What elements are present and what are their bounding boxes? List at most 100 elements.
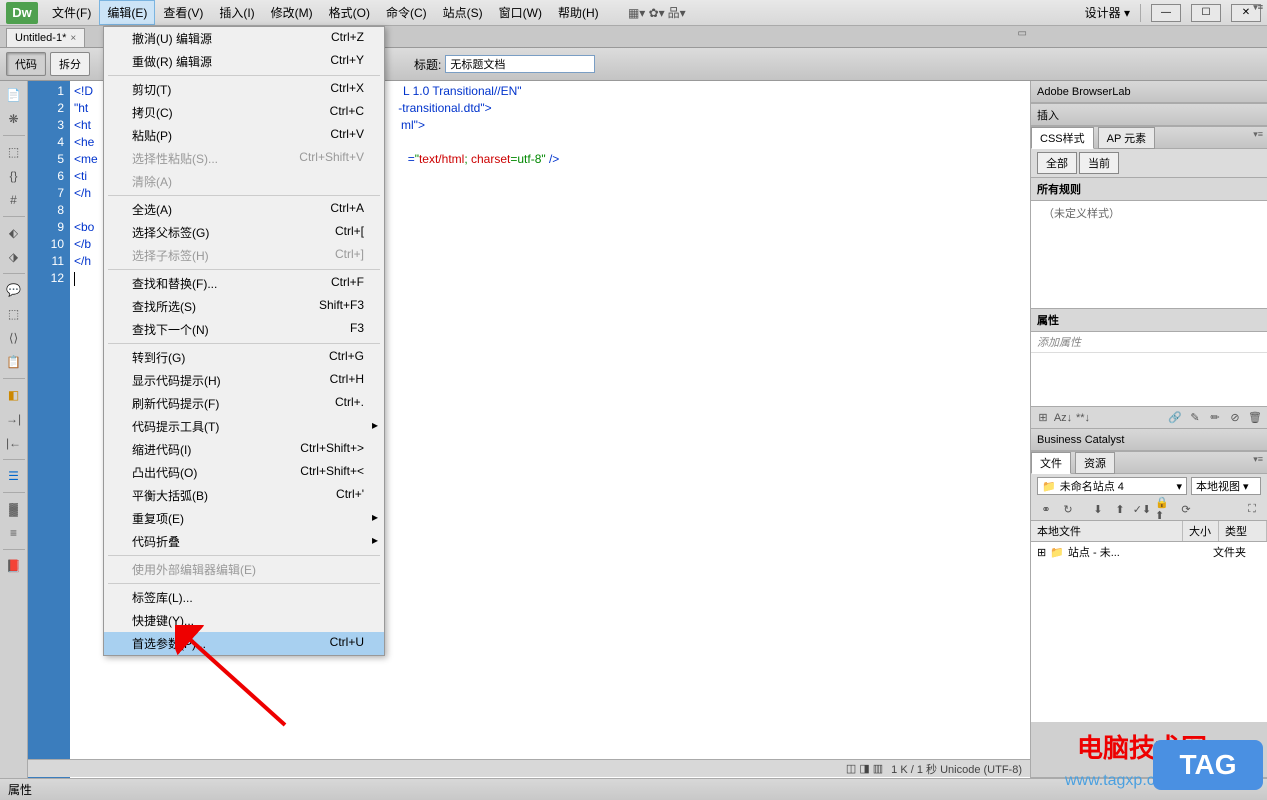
code-view-button[interactable]: 代码 — [6, 52, 46, 76]
collapse-icon[interactable]: ❋ — [4, 109, 24, 129]
menu-item[interactable]: 粘贴(P)Ctrl+V — [104, 124, 384, 147]
menu-item[interactable]: 查找和替换(F)...Ctrl+F — [104, 272, 384, 295]
menu-commands[interactable]: 命令(C) — [378, 0, 435, 25]
attach-stylesheet-icon[interactable]: 🔗 — [1167, 410, 1183, 426]
show-category-icon[interactable]: ⊞ — [1035, 410, 1051, 426]
menu-item[interactable]: 查找下一个(N)F3 — [104, 318, 384, 341]
site-dropdown[interactable]: 📁未命名站点 4▾ — [1037, 477, 1187, 495]
reference-icon[interactable]: 📕 — [4, 556, 24, 576]
menu-modify[interactable]: 修改(M) — [263, 0, 321, 25]
expand-toggle-icon[interactable]: ⊞ — [1037, 546, 1046, 559]
menu-item[interactable]: 撤消(U) 编辑源Ctrl+Z — [104, 27, 384, 50]
disable-rule-icon[interactable]: ⊘ — [1227, 410, 1243, 426]
outdent-icon[interactable]: |← — [4, 433, 24, 453]
menu-item[interactable]: 选择父标签(G)Ctrl+[ — [104, 221, 384, 244]
sync-icon[interactable]: ⟳ — [1177, 500, 1195, 518]
menu-item[interactable]: 查找所选(S)Shift+F3 — [104, 295, 384, 318]
menu-item[interactable]: 代码提示工具(T)▸ — [104, 415, 384, 438]
menu-insert[interactable]: 插入(I) — [211, 0, 262, 25]
edit-rule-icon[interactable]: ✏ — [1207, 410, 1223, 426]
menu-item[interactable]: 重做(R) 编辑源Ctrl+Y — [104, 50, 384, 73]
get-icon[interactable]: ⬇ — [1089, 500, 1107, 518]
extend-icon[interactable]: ✿▾ — [647, 3, 667, 23]
checkin-icon[interactable]: 🔒⬆ — [1155, 500, 1173, 518]
dimensions-icon[interactable]: ◫ ◨ ▥ — [846, 762, 883, 775]
menu-item[interactable]: 标签库(L)... — [104, 586, 384, 609]
menu-item[interactable]: 拷贝(C)Ctrl+C — [104, 101, 384, 124]
balance-braces-icon[interactable]: {} — [4, 166, 24, 186]
indent-icon[interactable]: →| — [4, 409, 24, 429]
view-dropdown[interactable]: 本地视图 ▾ — [1191, 477, 1261, 495]
apply-comment-icon[interactable]: 💬 — [4, 280, 24, 300]
css-all-button[interactable]: 全部 — [1037, 152, 1077, 174]
designer-dropdown[interactable]: 设计器 ▾ — [1085, 4, 1130, 21]
menu-item[interactable]: 剪切(T)Ctrl+X — [104, 78, 384, 101]
remove-comment-icon[interactable]: ⬚ — [4, 304, 24, 324]
menu-window[interactable]: 窗口(W) — [491, 0, 550, 25]
panel-menu-icon[interactable]: ▾≡ — [1253, 454, 1263, 465]
menu-item[interactable]: 全选(A)Ctrl+A — [104, 198, 384, 221]
page-title-input[interactable] — [445, 55, 595, 73]
col-localfile[interactable]: 本地文件 — [1031, 521, 1183, 541]
close-tab-icon[interactable]: × — [70, 33, 76, 44]
collapse-selection-icon[interactable]: ▓ — [4, 499, 24, 519]
menu-site[interactable]: 站点(S) — [435, 0, 491, 25]
menu-help[interactable]: 帮助(H) — [550, 0, 607, 25]
window-minimize[interactable]: — — [1151, 4, 1181, 22]
refresh-icon[interactable]: ↻ — [1059, 500, 1077, 518]
file-tree[interactable]: ⊞📁站点 - 未... 文件夹 — [1031, 542, 1267, 722]
panel-menu-icon[interactable]: ▾≡ — [1253, 2, 1263, 13]
menu-view[interactable]: 查看(V) — [155, 0, 211, 25]
wrap-tag-icon[interactable]: ⟨⟩ — [4, 328, 24, 348]
bc-panel-header[interactable]: Business Catalyst ▾≡ — [1031, 429, 1267, 451]
line-numbers-icon[interactable]: # — [4, 190, 24, 210]
menu-item[interactable]: 代码折叠▸ — [104, 530, 384, 553]
panel-menu-icon[interactable]: ▾≡ — [1253, 129, 1263, 140]
layout-icon[interactable]: ▦▾ — [627, 3, 647, 23]
ap-elements-tab[interactable]: AP 元素 — [1098, 127, 1156, 149]
syntax-coloring-icon[interactable]: ⬗ — [4, 247, 24, 267]
menu-item[interactable]: 快捷键(Y)... — [104, 609, 384, 632]
select-parent-icon[interactable]: ⬚ — [4, 142, 24, 162]
connect-icon[interactable]: ⚭ — [1037, 500, 1055, 518]
recent-snippets-icon[interactable]: 📋 — [4, 352, 24, 372]
browserlab-panel-header[interactable]: Adobe BrowserLab ▾≡ — [1031, 81, 1267, 103]
file-row[interactable]: ⊞📁站点 - 未... 文件夹 — [1031, 542, 1267, 562]
format-source-icon[interactable]: ☰ — [4, 466, 24, 486]
expand-icon[interactable]: ⛶ — [1243, 500, 1261, 518]
site-icon[interactable]: 品▾ — [667, 3, 687, 23]
menu-edit[interactable]: 编辑(E) — [99, 0, 155, 25]
document-tab[interactable]: Untitled-1* × — [6, 28, 85, 47]
open-docs-icon[interactable]: 📄 — [4, 85, 24, 105]
menu-item[interactable]: 刷新代码提示(F)Ctrl+. — [104, 392, 384, 415]
split-view-button[interactable]: 拆分 — [50, 52, 90, 76]
window-maximize[interactable]: ☐ — [1191, 4, 1221, 22]
assets-tab[interactable]: 资源 — [1075, 452, 1115, 474]
menu-item[interactable]: 显示代码提示(H)Ctrl+H — [104, 369, 384, 392]
menu-item[interactable]: 缩进代码(I)Ctrl+Shift+> — [104, 438, 384, 461]
expand-all-icon[interactable]: ≡ — [4, 523, 24, 543]
put-icon[interactable]: ⬆ — [1111, 500, 1129, 518]
show-set-icon[interactable]: **↓ — [1075, 410, 1091, 426]
col-size[interactable]: 大小 — [1183, 521, 1219, 541]
menu-item[interactable]: 转到行(G)Ctrl+G — [104, 346, 384, 369]
col-type[interactable]: 类型 — [1219, 521, 1267, 541]
delete-rule-icon[interactable]: 🗑 — [1247, 410, 1263, 426]
new-rule-icon[interactable]: ✎ — [1187, 410, 1203, 426]
doc-restore-icon[interactable]: ▭ — [1018, 28, 1027, 39]
insert-panel-header[interactable]: 插入 ▾≡ — [1031, 104, 1267, 126]
menu-item[interactable]: 平衡大括弧(B)Ctrl+' — [104, 484, 384, 507]
css-current-button[interactable]: 当前 — [1079, 152, 1119, 174]
show-list-icon[interactable]: Aᴢ↓ — [1055, 410, 1071, 426]
menu-file[interactable]: 文件(F) — [44, 0, 99, 25]
menu-item[interactable]: 首选参数(P)...Ctrl+U — [104, 632, 384, 655]
move-css-icon[interactable]: ◧ — [4, 385, 24, 405]
files-tab[interactable]: 文件 — [1031, 452, 1071, 474]
highlight-invalid-icon[interactable]: ⬖ — [4, 223, 24, 243]
menu-item[interactable]: 重复项(E)▸ — [104, 507, 384, 530]
menu-item[interactable]: 凸出代码(O)Ctrl+Shift+< — [104, 461, 384, 484]
add-property-link[interactable]: 添加属性 — [1031, 332, 1149, 352]
checkout-icon[interactable]: ✓⬇ — [1133, 500, 1151, 518]
menu-format[interactable]: 格式(O) — [321, 0, 378, 25]
css-styles-tab[interactable]: CSS样式 — [1031, 127, 1094, 149]
